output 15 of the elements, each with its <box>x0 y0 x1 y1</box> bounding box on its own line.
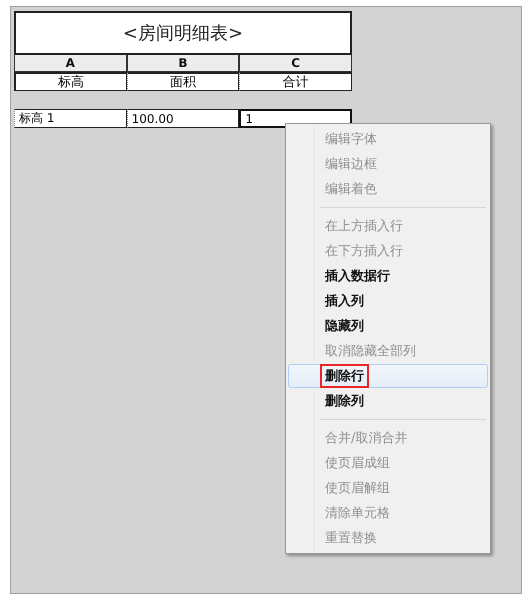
menu-item[interactable]: 插入数据行 <box>288 264 488 288</box>
column-header: 标高 <box>14 72 127 91</box>
table-cell[interactable]: 标高 1 <box>14 109 127 128</box>
column-header: 面积 <box>126 72 240 91</box>
column-letter[interactable]: A <box>14 55 127 72</box>
menu-item[interactable]: 隐藏列 <box>288 314 488 338</box>
column-letter[interactable]: C <box>239 55 352 72</box>
menu-item[interactable]: 插入列 <box>288 289 488 313</box>
column-header: 合计 <box>239 72 352 91</box>
schedule-title: <房间明细表> <box>14 11 352 55</box>
menu-item[interactable]: 删除列 <box>288 389 488 413</box>
table-cell[interactable]: 100.00 <box>126 109 240 128</box>
menu-item[interactable]: 删除行 <box>288 364 488 388</box>
highlight-box: 删除行 <box>320 364 369 388</box>
column-letter[interactable]: B <box>126 55 240 72</box>
